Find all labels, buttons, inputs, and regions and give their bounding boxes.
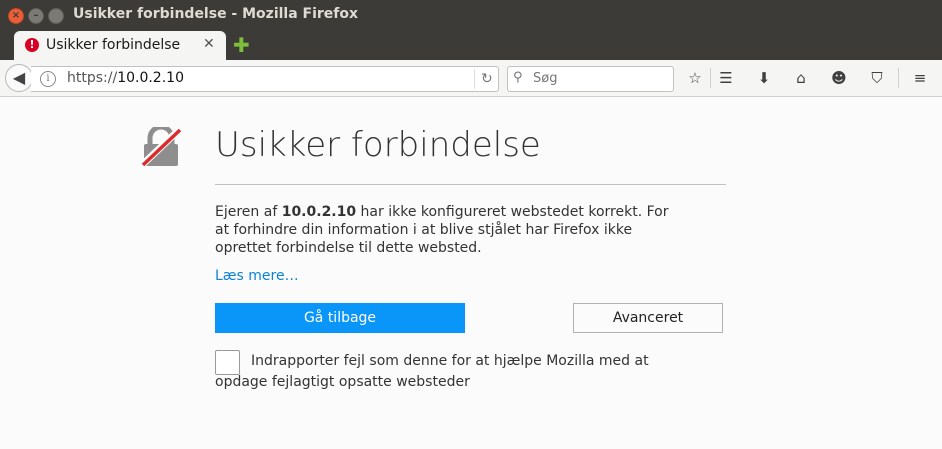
advanced-button[interactable]: Avanceret (573, 303, 723, 333)
warning-icon: ! (25, 38, 39, 52)
maximize-icon (49, 9, 63, 23)
url-bar[interactable]: i https://10.0.2.10 ↻ (31, 66, 499, 92)
url-host: 10.0.2.10 (117, 70, 184, 86)
tab-strip: ! Usikker forbindelse ✕ ✚ (0, 30, 942, 61)
error-page: Usikker forbindelse Ejeren af 10.0.2.10 … (0, 97, 942, 449)
hello-smiley-icon[interactable]: ☻ (828, 68, 850, 88)
window-titlebar: × – Usikker forbindelse - Mozilla Firefo… (0, 0, 942, 30)
minimize-icon: – (33, 10, 39, 21)
reload-icon[interactable]: ↻ (474, 69, 493, 89)
desc-host: 10.0.2.10 (281, 204, 357, 220)
home-icon[interactable]: ⌂ (790, 68, 812, 88)
hamburger-menu-icon[interactable]: ≡ (909, 68, 931, 88)
tab-insecure-connection[interactable]: ! Usikker forbindelse ✕ (14, 31, 226, 61)
reading-list-icon[interactable]: ☰ (715, 68, 737, 88)
window-title: Usikker forbindelse - Mozilla Firefox (73, 6, 359, 22)
toolbar-separator (710, 68, 711, 88)
url-scheme: https:// (67, 70, 118, 86)
error-description: Ejeren af 10.0.2.10 har ikke konfigurere… (215, 203, 685, 257)
title-divider (215, 184, 726, 185)
report-errors-label: Indrapporter fejl som denne for at hjælp… (215, 353, 649, 390)
url-text: https://10.0.2.10 (67, 70, 184, 86)
bookmark-star-icon[interactable]: ☆ (684, 68, 706, 88)
tab-close-icon[interactable]: ✕ (203, 36, 215, 52)
download-arrow-icon[interactable]: ⬇ (753, 68, 775, 88)
new-tab-plus-icon[interactable]: ✚ (233, 33, 250, 57)
broken-lock-icon (140, 127, 182, 167)
learn-more-link[interactable]: Læs mere… (215, 268, 299, 284)
desc-prefix: Ejeren af (215, 204, 282, 220)
window-minimize-button[interactable]: – (28, 8, 44, 24)
window-close-button[interactable]: × (8, 8, 24, 24)
window-maximize-button[interactable] (48, 8, 64, 24)
back-arrow-icon[interactable]: ◀ (5, 64, 33, 92)
toolbar-separator (898, 68, 899, 88)
info-icon[interactable]: i (40, 71, 56, 87)
pocket-icon[interactable]: ⛉ (866, 68, 888, 88)
search-icon: ⚲ (513, 70, 523, 85)
go-back-button[interactable]: Gå tilbage (215, 303, 465, 333)
page-title: Usikker forbindelse (215, 125, 541, 165)
search-box[interactable]: ⚲ Søg (507, 66, 674, 92)
close-icon: × (11, 10, 21, 21)
navigation-toolbar: ◀ i https://10.0.2.10 ↻ ⚲ Søg ☆ ☰ ⬇ ⌂ ☻ … (0, 60, 942, 97)
tab-label: Usikker forbindelse (46, 37, 181, 53)
search-placeholder: Søg (533, 71, 558, 86)
